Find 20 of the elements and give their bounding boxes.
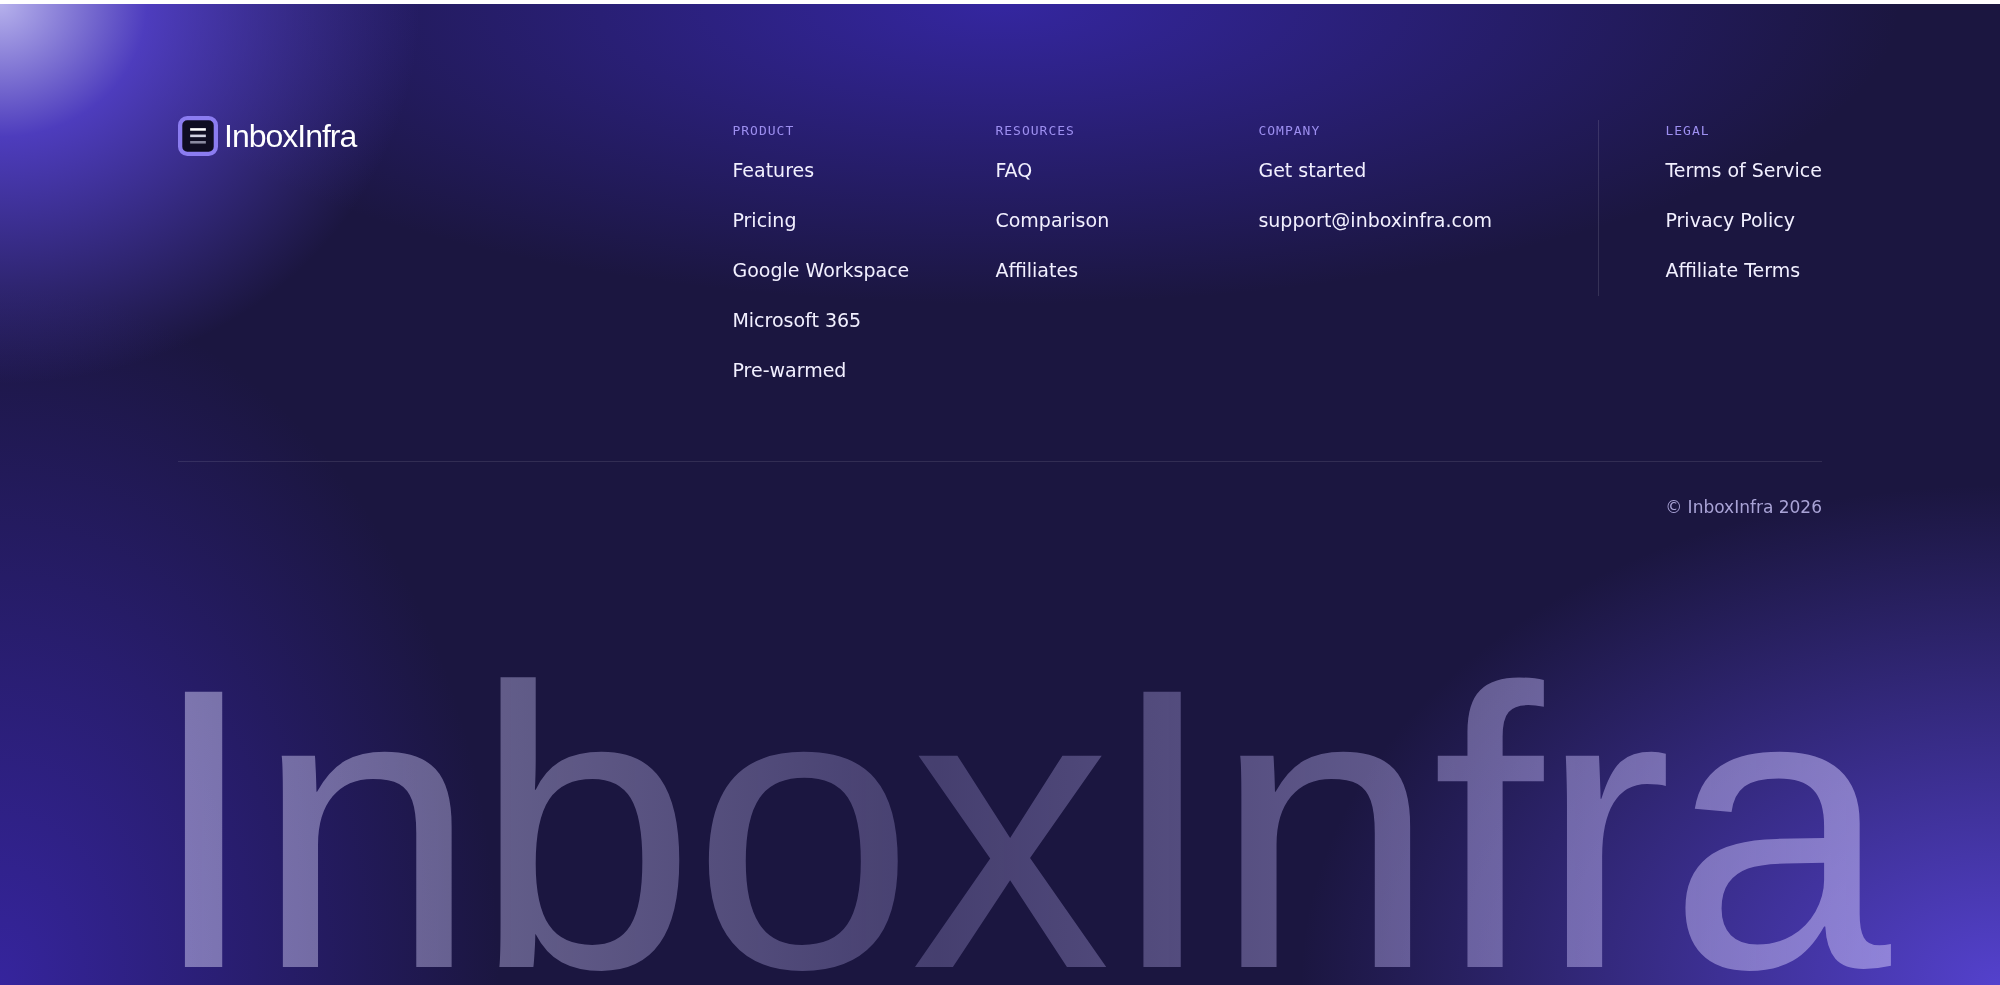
footer-link[interactable]: Pre-warmed <box>732 359 847 382</box>
footer-link[interactable]: Comparison <box>995 209 1110 232</box>
copyright-text: © InboxInfra 2026 <box>1665 497 1822 517</box>
column-heading: PRODUCT <box>732 123 795 138</box>
footer-link[interactable]: Get started <box>1258 159 1367 182</box>
footer-link[interactable]: Pricing <box>732 209 797 232</box>
column-heading: RESOURCES <box>995 123 1075 138</box>
column-heading: COMPANY <box>1258 123 1321 138</box>
footer-link[interactable]: Affiliates <box>995 259 1079 282</box>
footer-link[interactable]: support@inboxinfra.com <box>1258 209 1493 232</box>
footer-link[interactable]: Terms of Service <box>1665 159 1822 182</box>
footer-link[interactable]: Microsoft 365 <box>732 309 862 332</box>
footer-link[interactable]: FAQ <box>995 159 1033 182</box>
logo-link[interactable]: InboxInfra <box>178 116 357 156</box>
footer-link[interactable]: Privacy Policy <box>1665 209 1795 232</box>
column-heading: LEGAL <box>1665 123 1710 138</box>
footer-link[interactable]: Google Workspace <box>732 259 910 282</box>
footer-link[interactable]: Features <box>732 159 815 182</box>
footer-link[interactable]: Affiliate Terms <box>1665 259 1801 282</box>
menu-lines-icon <box>178 116 218 156</box>
